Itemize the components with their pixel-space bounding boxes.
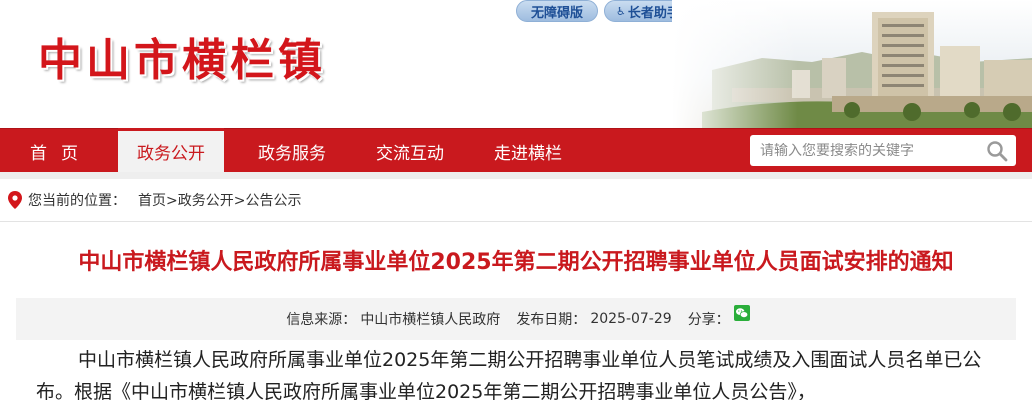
nav-item-home[interactable]: 首页 [0, 129, 108, 173]
article-title: 中山市横栏镇人民政府所属事业单位2025年第二期公开招聘事业单位人员面试安排的通… [78, 250, 954, 275]
site-logo[interactable]: 中山市横栏镇 [38, 24, 326, 88]
location-pin-icon [8, 191, 22, 209]
nav-item-government-affairs[interactable]: 政务公开 [118, 128, 224, 172]
source-value: 中山市横栏镇人民政府 [360, 312, 501, 328]
search-box [750, 135, 1016, 166]
main-nav: 首页 政务公开 政务服务 交流互动 走进横栏 [0, 128, 1032, 172]
wechat-icon[interactable] [733, 305, 750, 321]
site-header: 中山市横栏镇 无障碍版 ♿ 长者助手 登录 [0, 0, 1032, 128]
search-icon[interactable] [986, 140, 1008, 162]
nav-item-government-services[interactable]: 政务服务 [228, 129, 356, 173]
nav-item-about-henglan[interactable]: 走进横栏 [464, 129, 592, 173]
article-body: 中山市横栏镇人民政府所属事业单位2025年第二期公开招聘事业单位人员笔试成绩及入… [36, 349, 982, 400]
date-label: 发布日期： [516, 312, 587, 328]
nav-item-interaction[interactable]: 交流互动 [356, 129, 464, 173]
accessibility-button[interactable]: 无障碍版 [516, 0, 598, 22]
date-value: 2025-07-29 [590, 311, 672, 327]
article-meta: 信息来源： 中山市横栏镇人民政府 发布日期： 2025-07-29 分享： [16, 298, 1016, 340]
breadcrumb-label: 您当前的位置： [28, 193, 126, 209]
breadcrumb: 您当前的位置： 首页 >政务公开 >公告公示 [0, 179, 1032, 222]
breadcrumb-government-affairs[interactable]: >政务公开 [166, 190, 234, 210]
nav-divider [0, 172, 1032, 179]
source-label: 信息来源： [286, 312, 357, 328]
search-input[interactable] [750, 142, 978, 159]
breadcrumb-home[interactable]: 首页 [138, 190, 166, 210]
share-label: 分享： [687, 312, 730, 328]
header-banner-image [672, 0, 1032, 128]
breadcrumb-announcements[interactable]: >公告公示 [234, 190, 302, 210]
accessibility-icon: ♿ [616, 4, 626, 18]
